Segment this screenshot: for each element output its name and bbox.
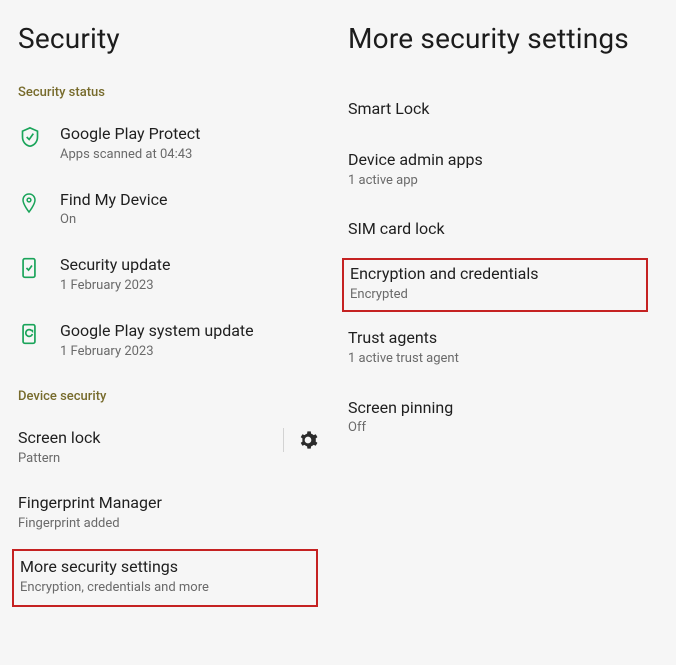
item-title: Encryption and credentials bbox=[350, 264, 640, 285]
item-sim-card-lock[interactable]: SIM card lock bbox=[348, 205, 658, 256]
item-subtitle: 1 active app bbox=[348, 173, 658, 190]
item-title: Fingerprint Manager bbox=[18, 493, 322, 514]
item-google-play-protect[interactable]: Google Play Protect Apps scanned at 04:4… bbox=[18, 112, 322, 178]
item-title: Device admin apps bbox=[348, 150, 658, 171]
item-device-admin-apps[interactable]: Device admin apps 1 active app bbox=[348, 136, 658, 206]
item-title: Find My Device bbox=[60, 190, 322, 211]
item-title: SIM card lock bbox=[348, 219, 658, 240]
item-google-play-system-update[interactable]: Google Play system update 1 February 202… bbox=[18, 309, 322, 375]
item-title: Screen pinning bbox=[348, 398, 658, 419]
page-title-more-security: More security settings bbox=[348, 22, 658, 55]
item-more-security-settings[interactable]: More security settings Encryption, crede… bbox=[20, 557, 310, 597]
item-find-my-device[interactable]: Find My Device On bbox=[18, 178, 322, 244]
item-title: Trust agents bbox=[348, 328, 658, 349]
security-panel: Security Security status Google Play Pro… bbox=[0, 0, 340, 665]
item-subtitle: Fingerprint added bbox=[18, 516, 322, 533]
phone-check-icon bbox=[20, 255, 60, 279]
page-title-security: Security bbox=[18, 22, 322, 55]
item-subtitle: Encryption, credentials and more bbox=[20, 580, 310, 597]
phone-refresh-icon bbox=[20, 321, 60, 345]
item-title: Security update bbox=[60, 255, 322, 276]
item-smart-lock[interactable]: Smart Lock bbox=[348, 85, 658, 136]
section-device-security: Device security bbox=[18, 389, 322, 404]
more-security-settings-panel: More security settings Smart Lock Device… bbox=[340, 0, 676, 665]
item-subtitle: Apps scanned at 04:43 bbox=[60, 147, 322, 164]
item-subtitle: 1 February 2023 bbox=[60, 344, 322, 361]
item-fingerprint-manager[interactable]: Fingerprint Manager Fingerprint added bbox=[18, 481, 322, 547]
item-title: Screen lock bbox=[18, 428, 275, 449]
item-subtitle: 1 February 2023 bbox=[60, 278, 322, 295]
item-subtitle: Pattern bbox=[18, 451, 275, 468]
vertical-divider bbox=[283, 428, 284, 452]
item-security-update[interactable]: Security update 1 February 2023 bbox=[18, 243, 322, 309]
item-subtitle: 1 active trust agent bbox=[348, 351, 658, 368]
section-security-status: Security status bbox=[18, 85, 322, 100]
item-subtitle: Off bbox=[348, 420, 658, 437]
item-title: Google Play system update bbox=[60, 321, 322, 342]
item-title: More security settings bbox=[20, 557, 310, 578]
item-subtitle: On bbox=[60, 212, 322, 229]
item-screen-pinning[interactable]: Screen pinning Off bbox=[348, 384, 658, 454]
item-screen-lock[interactable]: Screen lock Pattern bbox=[18, 416, 322, 482]
highlight-encryption-credentials: Encryption and credentials Encrypted bbox=[342, 258, 648, 312]
gear-icon[interactable] bbox=[298, 430, 318, 450]
item-subtitle: Encrypted bbox=[350, 287, 640, 304]
item-title: Google Play Protect bbox=[60, 124, 322, 145]
highlight-more-security-settings: More security settings Encryption, crede… bbox=[12, 549, 318, 607]
item-trust-agents[interactable]: Trust agents 1 active trust agent bbox=[348, 314, 658, 384]
item-encryption-credentials[interactable]: Encryption and credentials Encrypted bbox=[350, 264, 640, 304]
item-title: Smart Lock bbox=[348, 99, 658, 120]
shield-check-icon bbox=[20, 124, 60, 148]
location-pin-icon bbox=[20, 190, 60, 214]
